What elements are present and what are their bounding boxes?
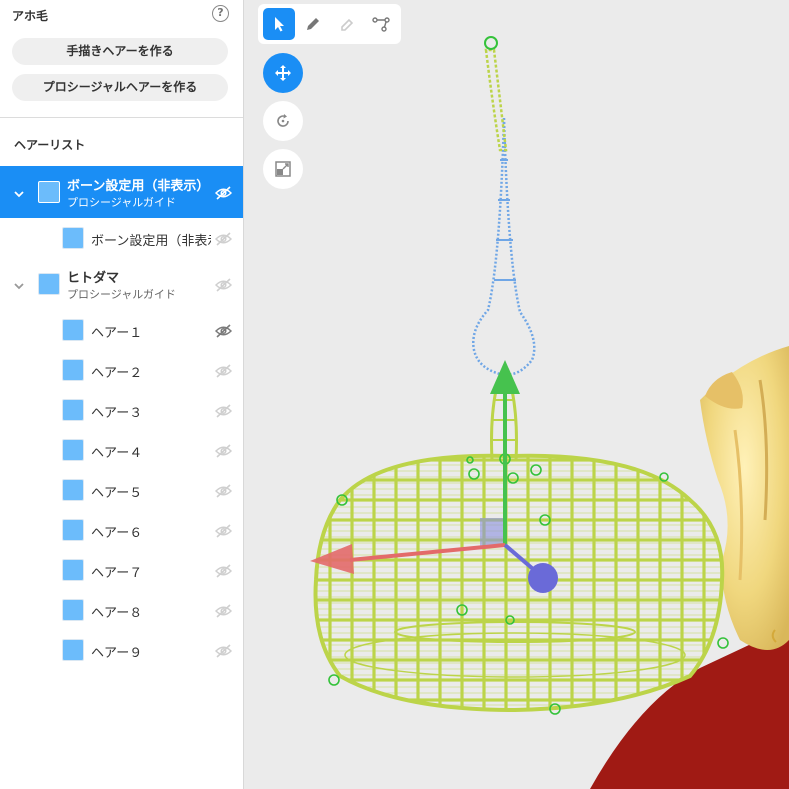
hair-item-name: ヘアー４: [91, 446, 143, 461]
chevron-down-icon[interactable]: [12, 278, 26, 292]
hair-item-name: ヘアー２: [91, 366, 143, 381]
eye-off-icon[interactable]: [214, 603, 233, 618]
section-title: アホ毛: [12, 9, 49, 23]
eye-off-icon[interactable]: [214, 403, 233, 418]
eye-off-icon[interactable]: [214, 323, 233, 338]
eye-off-icon[interactable]: [214, 643, 233, 658]
eye-off-icon[interactable]: [214, 185, 233, 200]
rotate-icon: [277, 114, 289, 127]
hair-group-row[interactable]: ヒトダマプロシージャルガイド: [0, 258, 243, 310]
hair-item-row[interactable]: ヘアー９: [0, 630, 243, 670]
move-arrows-icon: [275, 65, 291, 81]
color-swatch[interactable]: [62, 599, 84, 621]
scene-canvas[interactable]: [245, 0, 789, 789]
3d-viewport[interactable]: [245, 0, 789, 789]
color-swatch[interactable]: [62, 479, 84, 501]
cursor-icon: [275, 17, 284, 32]
hair-item-row[interactable]: ヘアー６: [0, 510, 243, 550]
group-name: ボーン設定用（非表示）: [67, 179, 210, 194]
rotate-tool-button[interactable]: [263, 101, 303, 141]
scale-icon: [275, 161, 291, 177]
hair-item-row[interactable]: ヘアー７: [0, 550, 243, 590]
hair-item-row[interactable]: ボーン設定用（非表示）: [0, 218, 243, 258]
hair-item-name: ボーン設定用（非表示）: [91, 234, 211, 249]
help-icon[interactable]: ?: [212, 5, 229, 22]
eye-off-icon[interactable]: [214, 523, 233, 538]
eye-off-icon[interactable]: [214, 563, 233, 578]
hair-item-row[interactable]: ヘアー８: [0, 590, 243, 630]
hair-item-row[interactable]: ヘアー１: [0, 310, 243, 350]
gizmo-z-handle: [528, 563, 558, 593]
color-swatch[interactable]: [62, 227, 84, 249]
create-hand-drawn-hair-button[interactable]: 手描きヘアーを作る: [12, 38, 228, 65]
path-edit-tool-button[interactable]: [365, 8, 397, 40]
wireframe-hair-volume: [313, 453, 725, 713]
hair-item-row[interactable]: ヘアー５: [0, 470, 243, 510]
eye-off-icon[interactable]: [214, 443, 233, 458]
color-swatch[interactable]: [62, 319, 84, 341]
hair-item-name: ヘアー８: [91, 606, 143, 621]
hair-group-row[interactable]: ボーン設定用（非表示） プロシージャルガイド: [0, 166, 243, 218]
select-tool-button[interactable]: [263, 8, 295, 40]
path-nodes-icon: [372, 17, 390, 32]
color-swatch[interactable]: [38, 181, 60, 203]
hair-item-row[interactable]: ヘアー２: [0, 350, 243, 390]
hair-item-name: ヘアー９: [91, 646, 143, 661]
color-swatch[interactable]: [62, 439, 84, 461]
hair-item-name: ヘアー１: [91, 326, 143, 341]
hair-item-name: ヘアー５: [91, 486, 143, 501]
group-name: ヒトダマ: [67, 271, 120, 286]
eye-off-icon[interactable]: [214, 231, 233, 246]
hair-item-name: ヘアー７: [91, 566, 143, 581]
gizmo-y-arrow: [490, 360, 520, 394]
hair-item-row[interactable]: ヘアー３: [0, 390, 243, 430]
eye-off-icon[interactable]: [214, 363, 233, 378]
create-procedural-hair-button[interactable]: プロシージャルヘアーを作る: [12, 74, 228, 101]
edit-toolbar: [258, 4, 401, 44]
pen-tool-button[interactable]: [297, 8, 329, 40]
scale-tool-button[interactable]: [263, 149, 303, 189]
hair-item-row[interactable]: ヘアー４: [0, 430, 243, 470]
group-subtitle: プロシージャルガイド: [67, 288, 176, 301]
color-swatch[interactable]: [62, 519, 84, 541]
eraser-icon: [341, 18, 354, 31]
move-tool-button[interactable]: [263, 53, 303, 93]
eye-off-icon[interactable]: [214, 483, 233, 498]
hair-list-title: ヘアーリスト: [14, 138, 86, 152]
color-swatch[interactable]: [62, 639, 84, 661]
color-swatch[interactable]: [38, 273, 60, 295]
hair-panel: アホ毛 ? 手描きヘアーを作る プロシージャルヘアーを作る ヘアーリスト ボーン…: [0, 0, 244, 789]
color-swatch[interactable]: [62, 559, 84, 581]
color-swatch[interactable]: [62, 399, 84, 421]
divider: [0, 117, 243, 118]
pencil-icon: [307, 18, 319, 30]
eraser-tool-button[interactable]: [331, 8, 363, 40]
group-subtitle: プロシージャルガイド: [67, 196, 176, 209]
chevron-down-icon[interactable]: [12, 186, 26, 200]
hair-item-name: ヘアー６: [91, 526, 143, 541]
hair-item-name: ヘアー３: [91, 406, 143, 421]
eye-off-icon[interactable]: [214, 277, 233, 292]
color-swatch[interactable]: [62, 359, 84, 381]
